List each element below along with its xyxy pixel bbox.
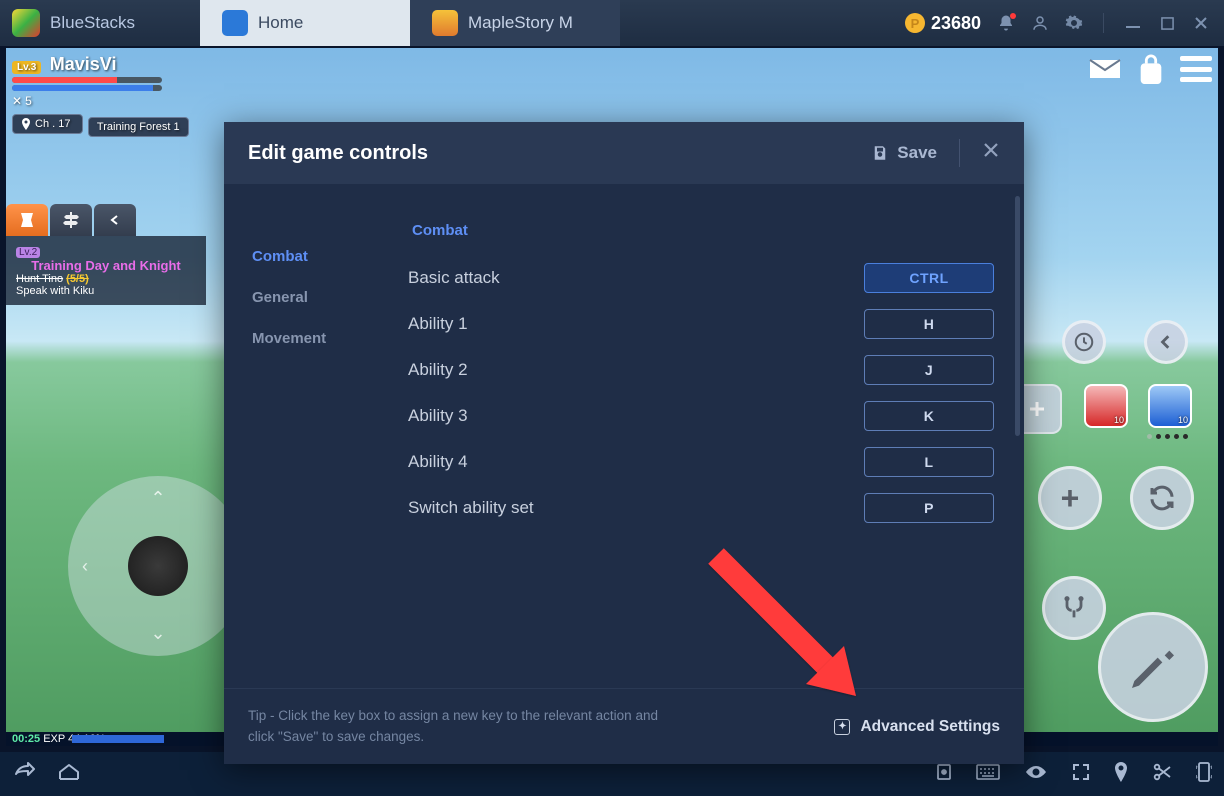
close-icon xyxy=(982,141,1000,159)
side-tab-movement[interactable]: Movement xyxy=(224,318,394,359)
key-box-ability-4[interactable]: L xyxy=(864,447,994,477)
control-label: Ability 3 xyxy=(408,406,468,426)
tab-maplestory[interactable]: MapleStory M xyxy=(410,0,620,46)
key-box-ability-3[interactable]: K xyxy=(864,401,994,431)
advanced-settings-label: Advanced Settings xyxy=(860,718,1000,736)
fullscreen-icon[interactable] xyxy=(1072,763,1090,786)
tab-home[interactable]: Home xyxy=(200,0,410,46)
advanced-settings-button[interactable]: ✦ Advanced Settings xyxy=(834,718,1000,736)
edit-controls-modal: Edit game controls Save Combat General xyxy=(224,122,1024,764)
save-floppy-icon xyxy=(871,144,889,162)
app-name: BlueStacks xyxy=(50,13,135,33)
notification-bell-icon[interactable] xyxy=(997,14,1015,32)
side-tab-general[interactable]: General xyxy=(224,277,394,318)
key-box-basic-attack[interactable]: CTRL xyxy=(864,263,994,293)
control-row-ability-1: Ability 1 H xyxy=(408,309,994,339)
save-button[interactable]: Save xyxy=(871,143,937,163)
home-icon xyxy=(222,10,248,36)
side-tab-combat[interactable]: Combat xyxy=(224,236,394,277)
control-label: Basic attack xyxy=(408,268,500,288)
modal-title: Edit game controls xyxy=(248,142,428,165)
modal-overlay: Edit game controls Save Combat General xyxy=(6,48,1218,746)
location-pin-icon[interactable] xyxy=(1114,762,1128,787)
logo-area: BlueStacks xyxy=(0,9,200,37)
control-row-basic-attack: Basic attack CTRL xyxy=(408,263,994,293)
advanced-settings-icon: ✦ xyxy=(834,719,850,735)
control-label: Ability 4 xyxy=(408,452,468,472)
close-window-icon[interactable] xyxy=(1192,14,1210,32)
settings-gear-icon[interactable] xyxy=(1065,14,1083,32)
bluestacks-logo-icon xyxy=(12,9,40,37)
control-label: Ability 2 xyxy=(408,360,468,380)
control-label: Ability 1 xyxy=(408,314,468,334)
scissors-icon[interactable] xyxy=(1152,762,1172,787)
close-modal-button[interactable] xyxy=(982,141,1000,165)
titlebar-right-controls: P 23680 xyxy=(905,13,1224,34)
key-box-ability-2[interactable]: J xyxy=(864,355,994,385)
scrollbar[interactable] xyxy=(1015,196,1020,436)
control-row-ability-2: Ability 2 J xyxy=(408,355,994,385)
minimize-icon[interactable] xyxy=(1124,14,1142,32)
tab-home-label: Home xyxy=(258,13,303,33)
controls-section-title: Combat xyxy=(412,222,994,239)
coin-value: 23680 xyxy=(931,13,981,34)
modal-side-tabs: Combat General Movement xyxy=(224,184,394,688)
android-home-icon[interactable] xyxy=(58,763,80,786)
android-back-icon[interactable] xyxy=(12,762,36,787)
tab-maplestory-label: MapleStory M xyxy=(468,13,573,33)
control-label: Switch ability set xyxy=(408,498,534,518)
keyboard-icon[interactable] xyxy=(976,764,1000,785)
control-row-switch-ability-set: Switch ability set P xyxy=(408,493,994,523)
coin-icon: P xyxy=(905,13,925,33)
key-box-switch-ability[interactable]: P xyxy=(864,493,994,523)
control-row-ability-3: Ability 3 K xyxy=(408,401,994,431)
maximize-icon[interactable] xyxy=(1158,14,1176,32)
save-button-label: Save xyxy=(897,143,937,163)
modal-footer: Tip - Click the key box to assign a new … xyxy=(224,688,1024,764)
title-bar: BlueStacks Home MapleStory M P 23680 xyxy=(0,0,1224,46)
app-tabs: Home MapleStory M xyxy=(200,0,620,46)
controls-pane: Combat Basic attack CTRL Ability 1 H Abi… xyxy=(394,184,1024,688)
footer-tip-text: Tip - Click the key box to assign a new … xyxy=(248,706,678,747)
account-icon[interactable] xyxy=(1031,14,1049,32)
visibility-eye-icon[interactable] xyxy=(1024,764,1048,785)
control-row-ability-4: Ability 4 L xyxy=(408,447,994,477)
game-viewport: Lv.3 MavisVi 47 ✕5 Ch . 17 Training Fore… xyxy=(0,46,1224,752)
modal-header: Edit game controls Save xyxy=(224,122,1024,184)
shake-device-icon[interactable] xyxy=(1196,761,1212,788)
key-box-ability-1[interactable]: H xyxy=(864,309,994,339)
coin-balance[interactable]: P 23680 xyxy=(905,13,981,34)
maplestory-icon xyxy=(432,10,458,36)
lock-rotation-icon[interactable] xyxy=(936,763,952,786)
